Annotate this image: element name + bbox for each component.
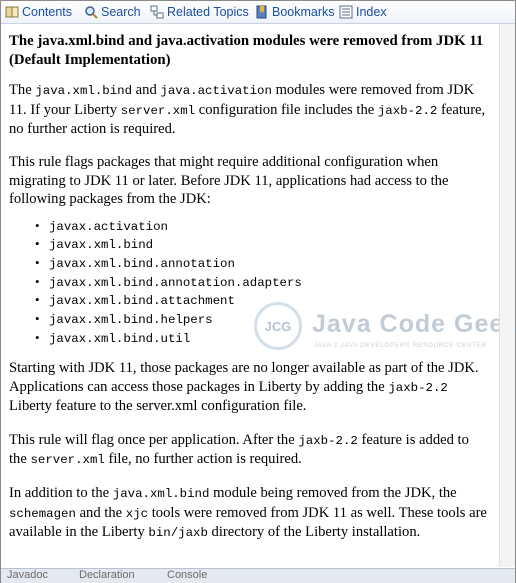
text: Liberty feature to the server.xml config… bbox=[9, 398, 307, 415]
text: and the bbox=[75, 504, 126, 521]
inline-code: bin/jaxb bbox=[148, 526, 208, 541]
list-item: javax.activation bbox=[35, 217, 487, 236]
article-title: The java.xml.bind and java.activation mo… bbox=[9, 33, 484, 68]
contents-label: Contents bbox=[22, 5, 73, 19]
watermark-logo: JCG bbox=[254, 302, 302, 350]
tools-paragraph: In addition to the java.xml.bind module … bbox=[9, 484, 487, 542]
package-name: javax.xml.bind.annotation bbox=[49, 257, 235, 271]
text: This rule will flag once per application… bbox=[9, 431, 299, 448]
related-topics-icon bbox=[150, 5, 164, 19]
inline-code: jaxb-2.2 bbox=[377, 103, 438, 118]
related-topics-label: Related Topics bbox=[167, 5, 249, 19]
inline-code: xjc bbox=[125, 506, 149, 521]
text: In addition to the bbox=[9, 485, 113, 502]
text: directory of the Liberty installation. bbox=[207, 524, 421, 541]
search-icon bbox=[84, 5, 98, 19]
text: and bbox=[132, 82, 161, 99]
inline-code: java.xml.bind bbox=[35, 84, 133, 99]
watermark: JCG Java Code Geeks JAVA 2 JAVA DEVELOPE… bbox=[254, 302, 516, 362]
inline-code: java.activation bbox=[160, 84, 272, 99]
watermark-tagline: JAVA 2 JAVA DEVELOPERS RESOURCE CENTER bbox=[314, 342, 487, 349]
list-item: javax.xml.bind.annotation bbox=[35, 254, 487, 273]
inline-code: server.xml bbox=[30, 453, 105, 468]
jdk11-paragraph: Starting with JDK 11, those packages are… bbox=[9, 359, 487, 415]
text: module being removed from the JDK, the bbox=[209, 485, 457, 502]
list-item: javax.xml.bind.annotation.adapters bbox=[35, 273, 487, 292]
package-name: javax.activation bbox=[49, 219, 168, 234]
bookmarks-label: Bookmarks bbox=[272, 5, 335, 19]
inline-code: java.xml.bind bbox=[112, 487, 210, 502]
search-label: Search bbox=[101, 5, 141, 19]
inline-code: server.xml bbox=[120, 103, 196, 118]
rule-paragraph: This rule flags packages that might requ… bbox=[9, 154, 449, 208]
package-name: javax.xml.bind.annotation.adapters bbox=[49, 275, 302, 290]
index-label: Index bbox=[356, 5, 387, 19]
index-icon bbox=[339, 5, 353, 19]
tab-javadoc[interactable]: Javadoc bbox=[7, 569, 48, 581]
bottom-tab-bar: Javadoc Declaration Console bbox=[1, 568, 515, 583]
intro-paragraph: The java.xml.bind and java.activation mo… bbox=[9, 81, 487, 138]
package-name: javax.xml.bind.attachment bbox=[49, 294, 235, 309]
inline-code: schemagen bbox=[9, 506, 76, 521]
index-button[interactable]: Index bbox=[339, 4, 387, 20]
bookmarks-button[interactable]: Bookmarks bbox=[255, 4, 335, 20]
bookmarks-icon bbox=[255, 5, 269, 19]
vertical-scrollbar[interactable] bbox=[499, 24, 515, 567]
help-window: Contents Search Related Topics Bookmarks… bbox=[0, 0, 516, 583]
watermark-name: Java Code Geeks bbox=[312, 310, 516, 338]
inline-code: jaxb-2.2 bbox=[388, 380, 448, 395]
package-name: javax.xml.bind.util bbox=[49, 331, 191, 346]
package-name: javax.xml.bind.helpers bbox=[49, 313, 213, 328]
text: configuration file includes the bbox=[195, 101, 378, 118]
inline-code: jaxb-2.2 bbox=[298, 433, 358, 448]
search-button[interactable]: Search bbox=[84, 4, 141, 20]
contents-icon bbox=[5, 5, 19, 19]
related-topics-button[interactable]: Related Topics bbox=[150, 4, 249, 20]
text: file, no further action is required. bbox=[104, 451, 302, 468]
contents-button[interactable]: Contents bbox=[5, 4, 72, 20]
help-article: The java.xml.bind and java.activation mo… bbox=[9, 32, 487, 558]
tab-console[interactable]: Console bbox=[167, 569, 207, 581]
package-name: javax.xml.bind bbox=[49, 238, 154, 253]
tab-declaration[interactable]: Declaration bbox=[79, 569, 135, 581]
help-toolbar: Contents Search Related Topics Bookmarks… bbox=[1, 1, 515, 24]
list-item: javax.xml.bind bbox=[35, 235, 487, 254]
flag-paragraph: This rule will flag once per application… bbox=[9, 431, 487, 470]
text: The bbox=[9, 82, 36, 99]
